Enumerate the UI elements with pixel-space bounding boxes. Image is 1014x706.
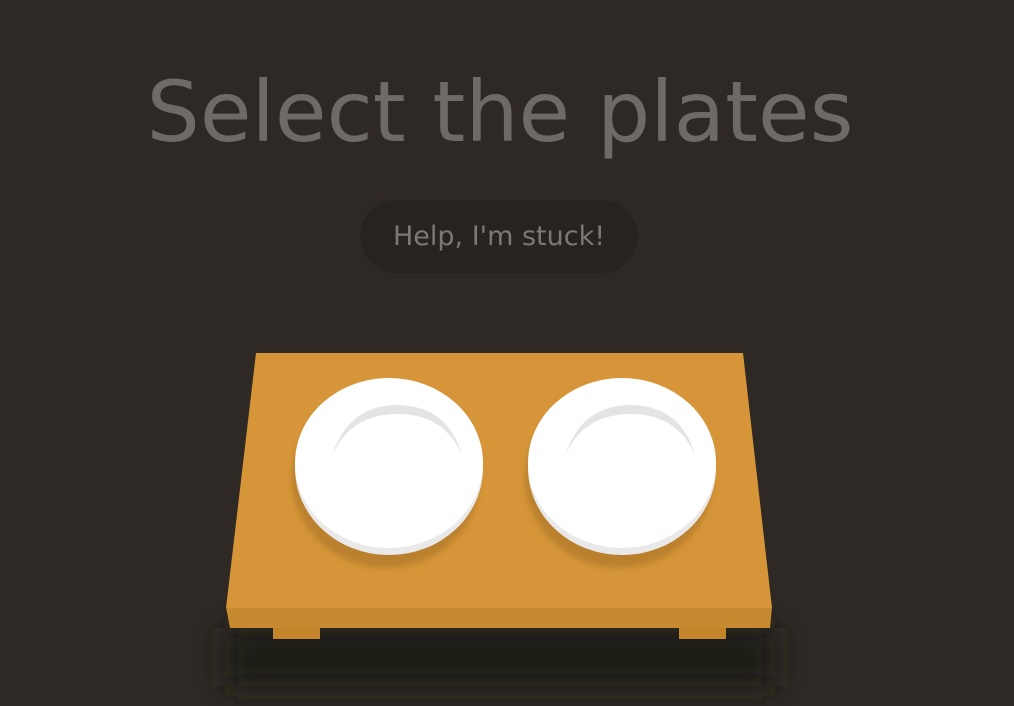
right-plate-face bbox=[528, 378, 716, 548]
left-plate-face bbox=[295, 378, 483, 548]
table-front-edge bbox=[226, 607, 772, 628]
table-scene bbox=[225, 353, 775, 686]
left-plate[interactable] bbox=[292, 378, 483, 568]
right-plate[interactable] bbox=[525, 378, 716, 568]
